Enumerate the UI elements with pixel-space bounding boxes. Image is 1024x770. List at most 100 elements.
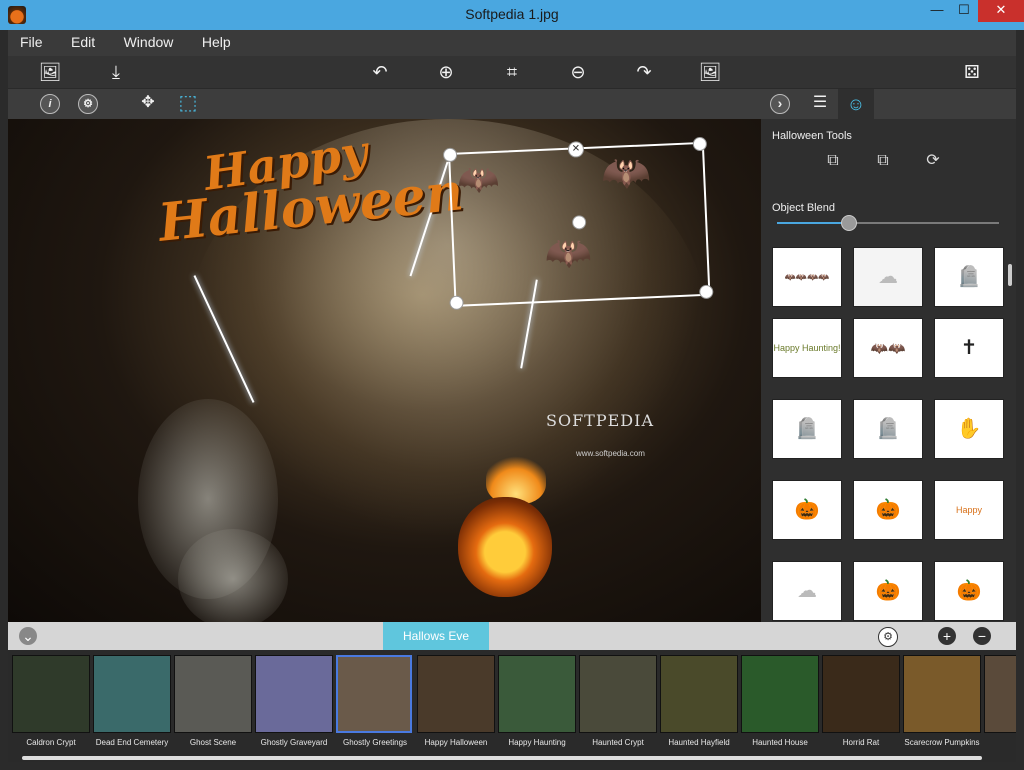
resize-handle-tl[interactable] bbox=[442, 147, 458, 163]
clipart-bats-2[interactable]: 🦇🦇 bbox=[853, 318, 923, 378]
pumpkin-icon: ☺ bbox=[846, 94, 866, 114]
bat-icon: 🦇 bbox=[456, 159, 501, 200]
template-label: Haunted Crypt bbox=[592, 738, 644, 747]
clipart-pumpkin-4[interactable]: 🎃 bbox=[934, 561, 1004, 621]
template-thumbnail bbox=[498, 655, 576, 733]
crop-icon[interactable]: ⌗ bbox=[498, 59, 526, 85]
share-icon[interactable]: ⚙ bbox=[878, 627, 898, 647]
add-icon[interactable]: + bbox=[938, 627, 956, 645]
tab-hallows-eve[interactable]: Hallows Eve bbox=[383, 622, 489, 650]
template-happy-haunting[interactable]: Happy Haunting bbox=[498, 655, 576, 747]
dice-icon[interactable]: ⚄ bbox=[958, 59, 986, 85]
object-blend-label: Object Blend bbox=[772, 202, 835, 214]
collapse-icon[interactable]: ⌄ bbox=[19, 627, 37, 645]
panel-scrollbar[interactable] bbox=[1008, 264, 1012, 286]
template-thumbnail bbox=[417, 655, 495, 733]
sub-toolbar: i ⚙ ✥ ⬚ › ☰ ☺ bbox=[8, 88, 1016, 119]
template-thumbnail bbox=[579, 655, 657, 733]
template-thumbnail bbox=[984, 655, 1016, 733]
template-thumbnail bbox=[903, 655, 981, 733]
clipart-happy-haunting[interactable]: Happy Haunting! bbox=[772, 318, 842, 378]
clipart-graves-3[interactable]: 🪦 bbox=[853, 399, 923, 459]
undo-icon[interactable]: ↶ bbox=[366, 59, 394, 85]
template-horrid-rat[interactable]: Horrid Rat bbox=[822, 655, 900, 747]
resize-handle-br[interactable] bbox=[699, 284, 714, 300]
clipart-bats[interactable]: 🦇🦇🦇🦇 bbox=[772, 247, 842, 307]
list-icon[interactable]: ☰ bbox=[806, 90, 834, 116]
template-label: Dead End Cemetery bbox=[95, 738, 169, 747]
template-thumbnail bbox=[174, 655, 252, 733]
zoom-in-icon[interactable]: ⊕ bbox=[432, 59, 460, 85]
clipart-graves-2[interactable]: 🪦 bbox=[772, 399, 842, 459]
clipart-pumpkin-3[interactable]: 🎃 bbox=[853, 561, 923, 621]
watermark-url: www.softpedia.com bbox=[576, 449, 645, 458]
template-label: Happy Halloween bbox=[424, 738, 488, 747]
clipart-pumpkin-2[interactable]: 🎃 bbox=[853, 480, 923, 540]
image-icon[interactable]: 🖼 bbox=[696, 59, 724, 85]
template-ghost-scene[interactable]: Ghost Scene bbox=[174, 655, 252, 747]
blend-slider-fill bbox=[777, 222, 849, 224]
clipart-pumpkin[interactable]: 🎃 bbox=[772, 480, 842, 540]
info-icon[interactable]: i bbox=[40, 94, 60, 114]
fire-flame bbox=[486, 454, 546, 504]
close-button[interactable]: ✕ bbox=[978, 0, 1024, 22]
watermark-text: SOFTPEDIA bbox=[546, 411, 654, 430]
clipart-ghost-2[interactable]: ☁ bbox=[772, 561, 842, 621]
clipart-happy-halloween[interactable]: Happy Halloween bbox=[934, 480, 1004, 540]
remove-icon[interactable]: − bbox=[973, 627, 991, 645]
delete-object-icon[interactable]: ✕ bbox=[567, 141, 585, 158]
menu-window[interactable]: Window bbox=[112, 30, 186, 50]
clipart-hand[interactable]: ✋ bbox=[934, 399, 1004, 459]
send-back-icon[interactable]: ⧉ bbox=[818, 148, 848, 174]
template-label: Ghostly Graveyard bbox=[260, 738, 328, 747]
minimize-button[interactable]: — bbox=[923, 0, 951, 22]
template-haunted-crypt[interactable]: Haunted Crypt bbox=[579, 655, 657, 747]
bat-icon: 🦇 bbox=[543, 231, 593, 276]
template-caldron-crypt[interactable]: Caldron Crypt bbox=[12, 655, 90, 747]
halloween-tools-label: Halloween Tools bbox=[772, 130, 852, 142]
bring-front-icon[interactable]: ⧉ bbox=[868, 148, 898, 174]
template-haunted-hayfield[interactable]: Haunted Hayfield bbox=[660, 655, 738, 747]
blend-slider-thumb[interactable] bbox=[841, 215, 857, 231]
template-haunted-house[interactable]: Haunted House bbox=[741, 655, 819, 747]
open-image-icon[interactable]: 🖼 bbox=[36, 59, 64, 85]
maximize-button[interactable]: ☐ bbox=[950, 0, 978, 22]
clipart-cross[interactable]: ✝ bbox=[934, 318, 1004, 378]
halloween-tab[interactable]: ☺ bbox=[838, 89, 874, 119]
strip-scrollbar[interactable] bbox=[22, 756, 982, 760]
menu-help[interactable]: Help bbox=[190, 30, 243, 50]
redo-icon[interactable]: ↷ bbox=[630, 59, 658, 85]
clipart-graves[interactable]: 🪦 bbox=[934, 247, 1004, 307]
template-scarecrow-pumpkins[interactable]: Scarecrow Pumpkins bbox=[903, 655, 981, 747]
template-dead-end-cemetery[interactable]: Dead End Cemetery bbox=[93, 655, 171, 747]
save-icon[interactable]: ⤓ bbox=[102, 59, 130, 85]
halloween-panel: Halloween Tools ⧉ ⧉ ⟳ Object Blend 🦇🦇🦇🦇 … bbox=[761, 119, 1016, 622]
menu-edit[interactable]: Edit bbox=[59, 30, 107, 50]
ghost-shape bbox=[178, 529, 288, 622]
template-thumbnail bbox=[255, 655, 333, 733]
image-canvas[interactable]: Happy Halloween SOFTPEDIA www.softpedia.… bbox=[8, 119, 761, 622]
template-spo[interactable]: Spo bbox=[984, 655, 1016, 747]
happy-halloween-text[interactable]: Happy Halloween bbox=[156, 125, 466, 254]
menu-file[interactable]: File bbox=[8, 30, 55, 50]
template-label: Ghost Scene bbox=[189, 738, 237, 747]
template-happy-halloween[interactable]: Happy Halloween bbox=[417, 655, 495, 747]
move-icon[interactable]: ✥ bbox=[134, 90, 162, 116]
menu-bar: File Edit Window Help bbox=[8, 30, 1016, 56]
settings-icon[interactable]: ⚙ bbox=[78, 94, 98, 114]
pumpkin-object[interactable] bbox=[458, 497, 552, 597]
template-thumbnail bbox=[822, 655, 900, 733]
selection-box[interactable]: 🦇 🦇 🦇 ✕ bbox=[442, 136, 714, 311]
clipart-ghost[interactable]: ☁ bbox=[853, 247, 923, 307]
template-ghostly-greetings[interactable]: Ghostly Greetings bbox=[336, 655, 414, 747]
select-icon[interactable]: ⬚ bbox=[174, 90, 202, 116]
flip-icon[interactable]: ⟳ bbox=[918, 148, 948, 174]
rotate-handle[interactable] bbox=[571, 215, 587, 230]
main-toolbar: 🖼 ⤓ ↶ ⊕ ⌗ ⊖ ↷ 🖼 ⚄ bbox=[8, 56, 1016, 88]
template-ghostly-graveyard[interactable]: Ghostly Graveyard bbox=[255, 655, 333, 747]
next-icon[interactable]: › bbox=[770, 94, 790, 114]
resize-handle-tr[interactable] bbox=[692, 136, 708, 152]
zoom-out-icon[interactable]: ⊖ bbox=[564, 59, 592, 85]
template-thumbnail bbox=[12, 655, 90, 733]
template-thumbnail bbox=[660, 655, 738, 733]
